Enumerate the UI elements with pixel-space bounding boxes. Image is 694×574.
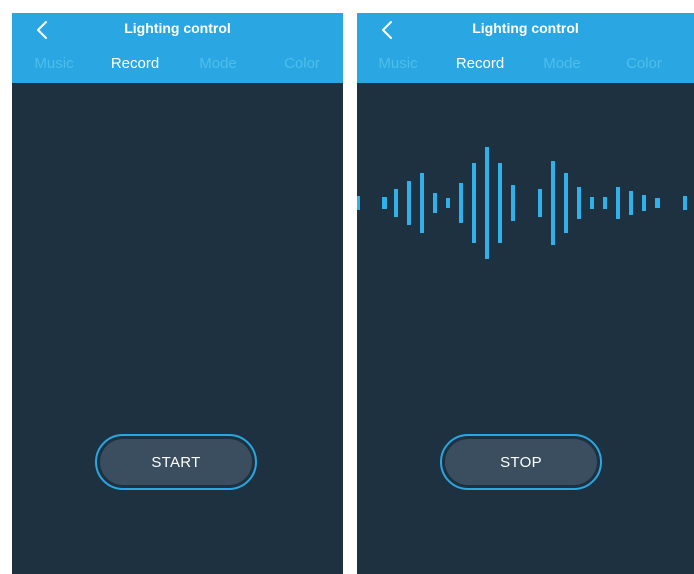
waveform-bar: [551, 161, 555, 245]
waveform-bar: [590, 197, 594, 209]
tab-music[interactable]: Music: [378, 55, 417, 72]
waveform-bar: [616, 187, 620, 219]
tab-color[interactable]: Color: [284, 55, 320, 72]
header-bar: Lighting control Music Record Mode Color: [12, 13, 343, 83]
waveform-bar: [603, 197, 607, 209]
record-screen-idle: Lighting control Music Record Mode Color…: [12, 13, 343, 574]
waveform-bar: [683, 196, 687, 210]
audio-waveform: [357, 147, 687, 259]
tab-mode[interactable]: Mode: [199, 55, 237, 72]
waveform-bar: [357, 196, 360, 210]
waveform-bar: [538, 189, 542, 217]
waveform-bar: [420, 173, 424, 233]
stop-button[interactable]: STOP: [440, 434, 602, 490]
page-title: Lighting control: [472, 20, 579, 36]
tab-color[interactable]: Color: [626, 55, 662, 72]
tab-bar: Music Record Mode Color: [12, 55, 343, 77]
start-button[interactable]: START: [95, 434, 257, 490]
waveform-bar: [446, 198, 450, 208]
tab-mode[interactable]: Mode: [543, 55, 581, 72]
page-title: Lighting control: [124, 20, 231, 36]
waveform-bar: [382, 197, 387, 209]
tab-music[interactable]: Music: [34, 55, 73, 72]
waveform-bar: [459, 183, 463, 223]
tab-record[interactable]: Record: [456, 55, 504, 72]
waveform-bar: [485, 147, 489, 259]
waveform-bar: [564, 173, 568, 233]
record-screen-recording: Lighting control Music Record Mode Color: [357, 13, 694, 574]
tab-bar: Music Record Mode Color: [357, 55, 694, 77]
waveform-bar: [394, 189, 398, 217]
waveform-bar: [655, 198, 660, 208]
waveform-bar: [407, 181, 411, 225]
start-button-label: START: [100, 439, 252, 485]
stop-button-label: STOP: [445, 439, 597, 485]
waveform-bar: [629, 191, 633, 215]
waveform-bar: [498, 163, 502, 243]
waveform-bar: [472, 163, 476, 243]
waveform-bar: [642, 195, 646, 211]
waveform-bar: [433, 193, 437, 213]
tab-record[interactable]: Record: [111, 55, 159, 72]
waveform-bar: [511, 185, 515, 221]
waveform-bar: [577, 187, 581, 219]
header-bar: Lighting control Music Record Mode Color: [357, 13, 694, 83]
